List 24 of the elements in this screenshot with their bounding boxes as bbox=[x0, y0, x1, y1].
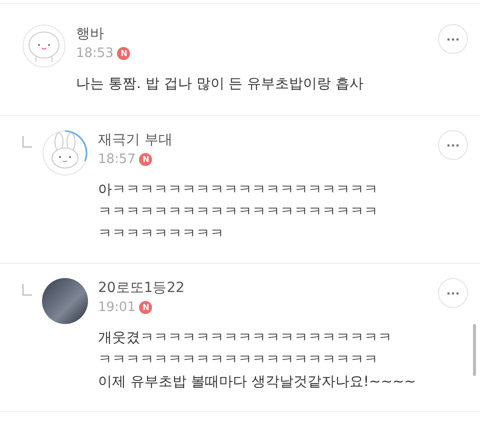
reply-corner-icon bbox=[22, 136, 32, 148]
comment-text: 아ㅋㅋㅋㅋㅋㅋㅋㅋㅋㅋㅋㅋㅋㅋㅋㅋㅋㅋㅋ ㅋㅋㅋㅋㅋㅋㅋㅋㅋㅋㅋㅋㅋㅋㅋㅋㅋㅋㅋㅋ ㅋㅋㅋㅋㅋㅋㅋㅋㅋ bbox=[98, 181, 379, 244]
more-button[interactable] bbox=[438, 278, 468, 308]
new-badge: N bbox=[139, 153, 152, 166]
comment-time: 18:53 bbox=[76, 46, 114, 61]
author-name[interactable]: 재극기 부대 bbox=[98, 130, 428, 150]
more-button[interactable] bbox=[438, 24, 468, 54]
avatar-drawing bbox=[22, 24, 66, 68]
avatar-drawing bbox=[42, 130, 88, 176]
author-name[interactable]: 행바 bbox=[76, 24, 428, 44]
more-button[interactable] bbox=[438, 130, 468, 160]
comment-time: 18:57 bbox=[98, 152, 136, 167]
scrollbar[interactable] bbox=[473, 324, 476, 376]
comment-text: 개웃겼ㅋㅋㅋㅋㅋㅋㅋㅋㅋㅋㅋㅋㅋㅋㅋㅋㅋㅋ ㅋㅋㅋㅋㅋㅋㅋㅋㅋㅋㅋㅋㅋㅋㅋㅋㅋㅋㅋㅋ 이제 유부초밥 볼때마다 생각날것같자나요!~~~~ bbox=[98, 329, 417, 392]
new-badge: N bbox=[117, 47, 130, 60]
more-icon bbox=[447, 292, 459, 294]
author-name[interactable]: 20로또1등22 bbox=[98, 278, 428, 298]
more-icon bbox=[447, 38, 459, 40]
new-badge: N bbox=[139, 301, 152, 314]
reply-corner-icon bbox=[22, 284, 32, 296]
comment-time: 19:01 bbox=[98, 300, 136, 315]
more-icon bbox=[447, 144, 459, 146]
avatar-photo-placeholder bbox=[42, 278, 88, 324]
comment-text: 나는 통짬. 밥 겁나 많이 든 유부초밥이랑 흡사 bbox=[76, 75, 365, 94]
